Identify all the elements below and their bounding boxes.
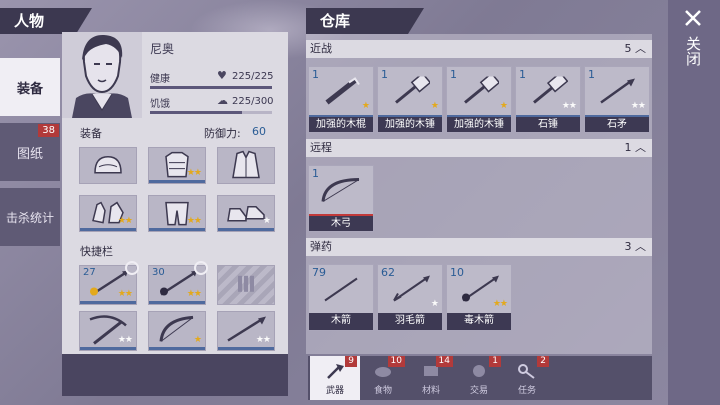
equip-slot-boots[interactable]: ★ [217,195,275,232]
axe-icon [327,364,344,379]
ammo-locked-icon [238,275,254,292]
character-panel-footer [62,354,288,396]
trade-icon [473,365,485,377]
item-stone-spear[interactable]: 1 ★★ 石矛 [584,66,650,133]
feather-arrow-icon [393,275,430,302]
quickbar-slot-4-stars: ★★ [117,335,133,345]
quickbar-slot-1[interactable]: 27 ★★ [79,261,139,305]
quickbar-label: 快捷栏 [80,245,113,258]
equipment-label: 装备 [80,127,102,140]
boots-stars: ★ [262,216,271,226]
tab-weapons[interactable]: 9 武器 [310,356,360,400]
item-reinforced-club[interactable]: 1 ★ 加强的木棍 [308,66,374,133]
close-button[interactable]: 关闭 [676,4,710,84]
defense-value: 60 [252,125,266,138]
equip-slot-helmet[interactable] [79,147,137,184]
quickbar-slot-6[interactable]: ★★ [217,311,275,351]
tab-trade[interactable]: 1 交易 [454,356,504,400]
hunger-label: 饥饿 [150,99,170,110]
jacket-icon [232,150,260,178]
hunger-bar [150,111,272,114]
close-label: 关闭 [684,36,702,66]
bow-icon [159,315,194,342]
equip-slot-jacket[interactable] [217,147,275,184]
item-poison-arrow[interactable]: 10 ★★ 毒木箭 [446,264,512,331]
health-value: 225/225 [232,71,274,82]
equip-slot-pants[interactable]: ★★ [148,195,206,232]
hunger-value: 225/300 [232,96,274,107]
hunger-icon: ☁ [217,94,228,107]
pants-stars: ★★ [186,216,202,226]
health-label: 健康 [150,74,170,85]
section-ammo[interactable]: 弹药 3 ︿ [306,238,652,256]
defense-label: 防御力: [204,127,241,140]
quickbar-slot-5-stars: ★ [193,335,202,345]
armor-stars: ★★ [186,168,202,178]
mallet-icon [395,76,430,104]
item-stone-hammer[interactable]: 1 ★★ 石锤 [515,66,581,133]
reload-icon [194,261,208,275]
item-reinforced-mallet-2[interactable]: 1 ★ 加强的木锤 [446,66,512,133]
tab-equipment[interactable]: 装备 [0,58,60,116]
equip-slot-gloves[interactable]: ★★ [79,195,137,232]
blueprints-badge: 38 [38,124,59,137]
equip-slot-armor[interactable]: ★★ [148,147,206,184]
close-icon [685,10,701,26]
tab-materials[interactable]: 14 材料 [406,356,456,400]
tab-kill-stats[interactable]: 击杀统计 [0,188,60,246]
item-wooden-bow[interactable]: 1 木弓 [308,165,374,232]
mallet-icon [464,76,499,104]
tab-food[interactable]: 10 食物 [358,356,408,400]
item-feather-arrow[interactable]: 62 ★ 羽毛箭 [377,264,443,331]
item-wooden-arrow[interactable]: 79 木箭 [308,264,374,331]
boots-icon [227,205,265,222]
key-icon [518,364,535,379]
character-name: 尼奥 [150,42,175,56]
bow-icon [321,178,360,202]
helmet-icon [94,155,122,174]
gloves-stars: ★★ [117,216,133,226]
health-bar [150,86,272,89]
club-icon [325,77,360,105]
reload-icon [125,261,139,275]
heart-icon: ♥ [217,69,227,82]
quickbar-slot-1-stars: ★★ [117,289,133,299]
warehouse-title: 仓库 [306,8,424,34]
item-reinforced-mallet-1[interactable]: 1 ★ 加强的木锤 [377,66,443,133]
tab-blueprints[interactable]: 图纸 38 [0,123,60,181]
arrow-icon [324,277,358,302]
quickbar-slot-6-stars: ★★ [255,335,271,345]
section-ranged[interactable]: 远程 1 ︿ [306,139,652,157]
quickbar-slot-2-stars: ★★ [186,289,202,299]
quickbar-slot-5[interactable]: ★ [148,311,206,351]
quickbar-slot-2[interactable]: 30 ★★ [148,261,208,305]
section-melee[interactable]: 近战 5 ︿ [306,40,652,58]
character-portrait [62,32,142,118]
quickbar-slot-4[interactable]: ★★ [79,311,137,351]
quickbar-slot-3[interactable] [217,265,275,305]
character-title: 人物 [0,8,92,34]
tab-tasks[interactable]: 2 任务 [502,356,552,400]
